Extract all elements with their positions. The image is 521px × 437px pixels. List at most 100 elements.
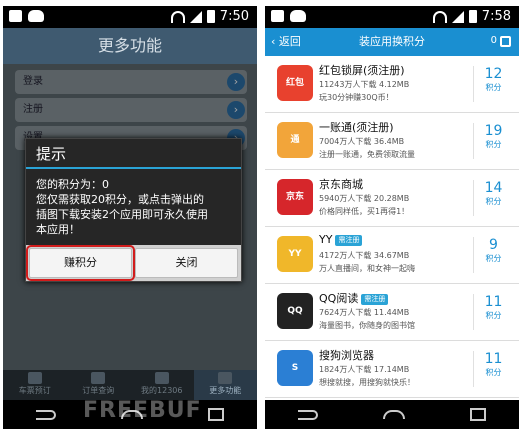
dialog-message: 您的积分为：0 您仅需获取20积分，或点击弹出的 插图下载安装2个应用即可永久使… xyxy=(26,169,241,245)
train-icon xyxy=(27,372,42,384)
qq-reader-app-icon: QQ xyxy=(277,293,313,329)
app-list-item[interactable]: QQ QQ阅读 需注册 7624万人下载 11.44MB 海量图书，你随身的图书馆… xyxy=(265,284,519,341)
app-name: 红包锁屏(须注册) xyxy=(319,62,405,78)
app-points: 11 积分 xyxy=(473,351,513,387)
app-points: 11 积分 xyxy=(473,294,513,330)
earn-points-button[interactable]: 赚积分 xyxy=(26,245,135,281)
points-value: 14 xyxy=(484,180,503,196)
notification-cat-icon xyxy=(28,10,44,22)
page-title: 更多功能 xyxy=(3,28,257,64)
app-list-item[interactable]: 通 一账通(须注册) 7004万人下载 36.4MB 注册一账通，免费领取流量 … xyxy=(265,113,519,170)
app-list-item[interactable]: 京东 京东商城 5940万人下载 20.28MB 价格同样低，买1再得1！ 14… xyxy=(265,170,519,227)
watermark: FREEBUF xyxy=(83,398,202,423)
points-value: 11 xyxy=(484,351,503,367)
home-icon[interactable] xyxy=(382,410,405,419)
back-icon[interactable] xyxy=(35,409,56,420)
back-button[interactable]: ‹ 返回 xyxy=(271,28,301,56)
tab-more-functions[interactable]: 更多功能 xyxy=(193,370,257,400)
redpacket-app-icon: 红包 xyxy=(277,65,313,101)
app-name-text: 京东商城 xyxy=(319,178,363,191)
status-bar: 7:58 xyxy=(265,6,519,28)
app-name: 搜狗浏览器 xyxy=(319,347,374,363)
app-list-item[interactable]: 红包 红包锁屏(须注册) 11243万人下载 4.12MB 玩30分钟赚30Q币… xyxy=(265,56,519,113)
app-name-text: QQ阅读 xyxy=(319,292,359,305)
app-description: 海量图书，你随身的图书馆 xyxy=(319,321,415,330)
dialog-button-bar: 赚积分 关闭 xyxy=(26,245,241,281)
wifi-icon xyxy=(432,10,447,23)
points-unit: 积分 xyxy=(485,311,502,320)
recent-apps-icon[interactable] xyxy=(470,408,487,421)
points-unit: 积分 xyxy=(485,197,502,206)
download-manager-icon[interactable] xyxy=(500,36,511,47)
app-stats: 7004万人下载 36.4MB xyxy=(319,137,405,146)
status-time: 7:58 xyxy=(481,9,511,24)
points-dialog: 提示 您的积分为：0 您仅需获取20积分，或点击弹出的 插图下载安装2个应用即可… xyxy=(25,138,242,282)
right-phone-screen: 7:58 装应用换积分 ‹ 返回 0 红包 红包锁屏(须注册) 11243万人下… xyxy=(265,0,519,437)
tab-my-12306[interactable]: 我的12306 xyxy=(130,370,194,400)
recent-apps-icon[interactable] xyxy=(208,408,225,421)
back-label: 返回 xyxy=(278,35,301,48)
dialog-line: 您仅需获取20积分，或点击弹出的 xyxy=(36,193,204,206)
dialog-title: 提示 xyxy=(26,139,241,169)
app-points: 9 积分 xyxy=(473,237,513,273)
tab-label: 我的12306 xyxy=(141,386,183,395)
tab-label: 更多功能 xyxy=(209,386,242,395)
register-required-badge: 需注册 xyxy=(335,235,363,246)
page-title: 装应用换积分 xyxy=(359,35,425,48)
points-unit: 积分 xyxy=(485,83,502,92)
dialog-line: 本应用！ xyxy=(36,223,80,236)
tab-order-query[interactable]: 订单查询 xyxy=(67,370,131,400)
points-value: 9 xyxy=(489,237,498,253)
app-points: 14 积分 xyxy=(473,180,513,216)
status-time: 7:50 xyxy=(219,9,249,24)
left-phone-screen: 7:50 更多功能 登录 › 注册 › 设置 › 提示 您的积分为：0 您仅需获… xyxy=(3,0,257,437)
signal-icon xyxy=(189,10,202,23)
app-points: 12 积分 xyxy=(473,66,513,102)
battery-icon xyxy=(206,10,215,23)
people-icon xyxy=(154,372,169,384)
dialog-line: 您的积分为：0 xyxy=(36,178,109,191)
app-stats: 4172万人下载 34.67MB xyxy=(319,251,410,260)
points-value: 11 xyxy=(484,294,503,310)
app-name: 京东商城 xyxy=(319,176,363,192)
sogou-browser-app-icon: S xyxy=(277,350,313,386)
more-icon xyxy=(218,372,233,384)
app-name-text: 一账通(须注册) xyxy=(319,121,394,134)
notification-app-icon xyxy=(271,10,284,22)
app-description: 玩30分钟赚30Q币！ xyxy=(319,93,394,102)
app-list-item[interactable]: S 搜狗浏览器 1824万人下载 17.14MB 想搜就搜，用搜狗就快乐！ 11… xyxy=(265,341,519,398)
app-name-text: 红包锁屏(须注册) xyxy=(319,64,405,77)
points-unit: 积分 xyxy=(485,368,502,377)
app-list: 红包 红包锁屏(须注册) 11243万人下载 4.12MB 玩30分钟赚30Q币… xyxy=(265,56,519,400)
download-count: 0 xyxy=(490,35,497,46)
app-stats: 11243万人下载 4.12MB xyxy=(319,80,410,89)
yy-app-icon: YY xyxy=(277,236,313,272)
points-value: 12 xyxy=(484,66,503,82)
signal-icon xyxy=(451,10,464,23)
register-required-badge: 需注册 xyxy=(361,294,389,305)
back-icon[interactable] xyxy=(297,409,318,420)
app-list-item[interactable]: YY YY 需注册 4172万人下载 34.67MB 万人直播间，和女神一起嗨 9… xyxy=(265,227,519,284)
app-name: QQ阅读 需注册 xyxy=(319,290,389,306)
yizhangtong-app-icon: 通 xyxy=(277,122,313,158)
app-description: 万人直播间，和女神一起嗨 xyxy=(319,264,415,273)
battery-icon xyxy=(468,10,477,23)
app-name-text: 搜狗浏览器 xyxy=(319,349,374,362)
tab-label: 订单查询 xyxy=(82,386,115,395)
bottom-tab-bar: 车票预订 订单查询 我的12306 更多功能 xyxy=(3,370,257,400)
status-bar: 7:50 xyxy=(3,6,257,28)
tab-ticket-booking[interactable]: 车票预订 xyxy=(3,370,67,400)
system-nav-bar xyxy=(265,400,519,429)
app-name: 一账通(须注册) xyxy=(319,119,394,135)
app-stats: 5940万人下载 20.28MB xyxy=(319,194,410,203)
wifi-icon xyxy=(170,10,185,23)
notification-app-icon xyxy=(9,10,22,22)
jd-app-icon: 京东 xyxy=(277,179,313,215)
app-stats: 1824万人下载 17.14MB xyxy=(319,365,410,374)
clipboard-icon xyxy=(91,372,106,384)
app-stats: 7624万人下载 11.44MB xyxy=(319,308,410,317)
notification-cat-icon xyxy=(290,10,306,22)
close-button[interactable]: 关闭 xyxy=(135,248,238,278)
app-description: 注册一账通，免费领取流量 xyxy=(319,150,415,159)
app-description: 想搜就搜，用搜狗就快乐！ xyxy=(319,378,415,387)
